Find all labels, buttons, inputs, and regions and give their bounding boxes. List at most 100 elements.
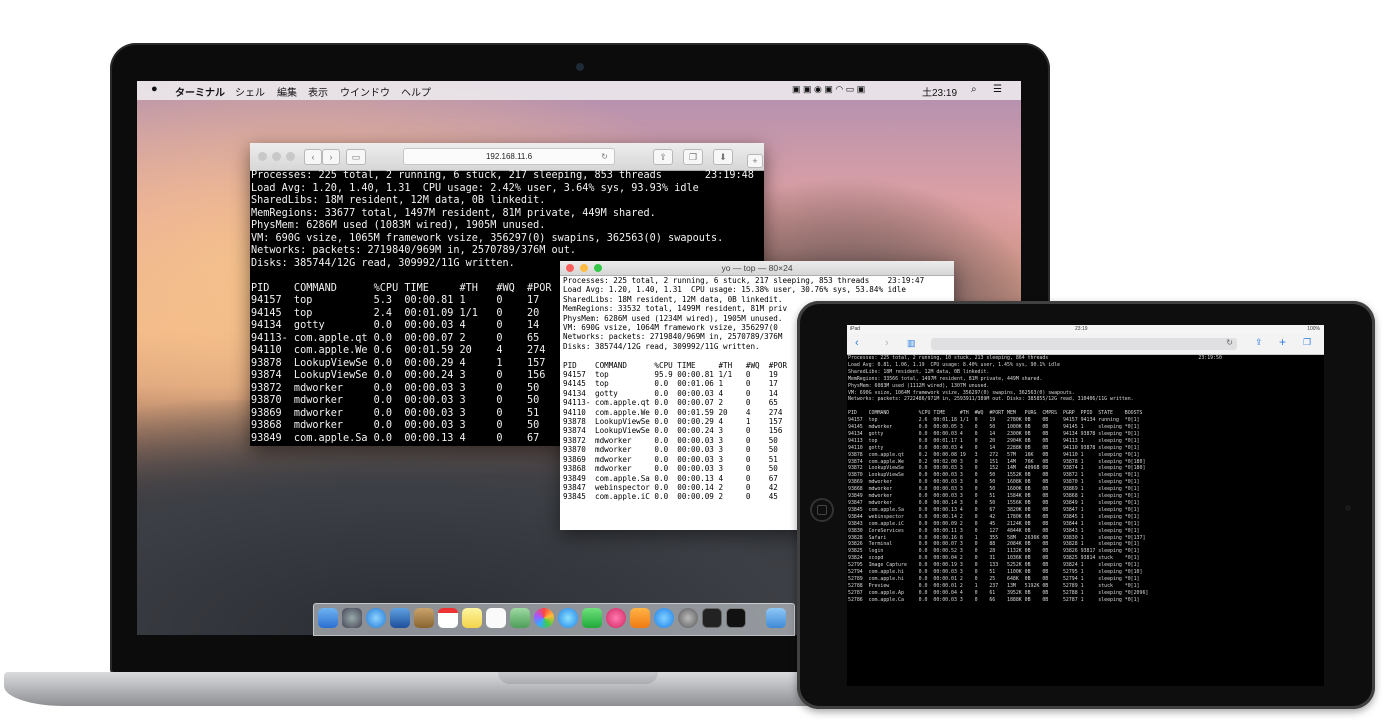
terminal-line: Networks: packets: 2722486/971M in, 2593… xyxy=(848,396,1134,403)
tabs-icon[interactable]: ❐ xyxy=(683,149,703,165)
minimize-icon[interactable] xyxy=(580,264,588,272)
terminal-line: 52795 Image Capture 0.0 00:00.19 3 0 133… xyxy=(848,562,1140,569)
terminal-line: PID COMMAND %CPU TIME #TH #WQ #PORT MEM … xyxy=(848,410,1143,417)
terminal-line: 93824 scopd 0.0 00:00.04 2 0 31 1036K 0B… xyxy=(848,555,1140,562)
app-store-icon[interactable] xyxy=(654,608,674,628)
terminal-line: VM: 690G vsize, 1064M framework vsize, 3… xyxy=(848,389,1075,396)
terminal-line: Processes: 225 total, 2 running, 6 stuck… xyxy=(251,170,754,181)
mail-icon[interactable] xyxy=(390,608,410,628)
reminders-icon[interactable] xyxy=(486,608,506,628)
contacts-icon[interactable] xyxy=(414,608,434,628)
terminal-line: 52786 com.apple.Ca 0.0 00:00.03 3 0 66 1… xyxy=(848,596,1140,603)
terminal-line: Load Avg: 1.20, 1.40, 1.31 CPU usage: 15… xyxy=(563,285,906,295)
download-icon[interactable]: ⬇ xyxy=(713,149,733,165)
terminal-line: 93868 mdworker 0.0 00:00.03 3 0 50 1600K… xyxy=(848,486,1140,493)
activity-monitor-icon[interactable] xyxy=(702,608,722,628)
macbook-camera xyxy=(576,63,584,71)
forward-icon[interactable]: › xyxy=(885,337,889,349)
safari-icon[interactable] xyxy=(366,608,386,628)
new-tab-icon[interactable]: + xyxy=(747,154,763,168)
system-preferences-icon[interactable] xyxy=(678,608,698,628)
ipad-camera xyxy=(1345,505,1351,511)
terminal-line: 93843 com.apple.iC 0.0 00:00.09 2 0 45 2… xyxy=(848,520,1140,527)
menu-window[interactable]: ウインドウ xyxy=(340,84,390,99)
ipad-address-bar[interactable]: ↻ xyxy=(931,338,1237,350)
safari-address-bar[interactable]: 192.168.11.6 ↻ xyxy=(403,148,615,165)
zoom-icon[interactable] xyxy=(594,264,602,272)
new-tab-icon[interactable]: + xyxy=(1279,335,1286,349)
ipad-status-bar: iPad 23:19 100% xyxy=(847,325,1324,334)
terminal-line: Processes: 225 total, 2 running, 6 stuck… xyxy=(563,276,925,285)
terminal-line: 93874 com.apple.We 0.2 00:02.00 3 0 151 … xyxy=(848,458,1146,465)
share-icon[interactable]: ⇪ xyxy=(653,149,673,165)
sidebar-icon[interactable]: ▭ xyxy=(346,149,366,165)
finder-icon[interactable] xyxy=(318,608,338,628)
ipad-carrier: iPad xyxy=(850,326,861,332)
apple-menu-icon[interactable]: ● xyxy=(151,83,158,95)
menu-app-name[interactable]: ターミナル xyxy=(175,84,225,99)
mac-dock xyxy=(313,603,795,636)
ipad-screen: iPad 23:19 100% ‹ › ▥ ↻ ⇪ + ❐ Processes:… xyxy=(847,325,1324,686)
launchpad-icon[interactable] xyxy=(342,608,362,628)
back-icon[interactable]: ‹ xyxy=(304,149,322,165)
close-icon[interactable] xyxy=(258,152,267,161)
messages-icon[interactable] xyxy=(558,608,578,628)
forward-icon[interactable]: › xyxy=(322,149,340,165)
terminal-line: MemRegions: 33566 total, 1497M resident,… xyxy=(848,375,1043,382)
terminal-line: 93826 Terminal 0.0 00:00.07 3 0 88 2084K… xyxy=(848,541,1140,548)
downloads-folder-icon[interactable] xyxy=(766,608,786,628)
terminal-line: 93869 mdworker 0.0 00:00.03 3 0 50 1608K… xyxy=(848,479,1140,486)
back-icon[interactable]: ‹ xyxy=(855,337,859,349)
terminal-line: PhysMem: 6286M used (1083M wired), 1905M… xyxy=(251,220,546,231)
terminal-line: PhysMem: 6083M used (1112M wired), 1307M… xyxy=(848,382,990,389)
close-icon[interactable] xyxy=(566,264,574,272)
bookmarks-icon[interactable]: ▥ xyxy=(907,338,916,349)
zoom-icon[interactable] xyxy=(286,152,295,161)
terminal-line: 52788 Preview 0.0 00:00.01 2 1 237 13M 5… xyxy=(848,582,1140,589)
itunes-icon[interactable] xyxy=(606,608,626,628)
terminal-line: 94157 top 2.6 00:01.18 1/1 0 19 2780K 0B… xyxy=(848,417,1140,424)
ipad-time: 23:19 xyxy=(1075,326,1088,332)
menu-clock[interactable]: 土23:19 xyxy=(922,84,957,99)
reload-icon[interactable]: ↻ xyxy=(601,149,608,164)
terminal-line: 52787 com.apple.Ap 0.0 00:00.04 4 0 61 3… xyxy=(848,589,1149,596)
menu-edit[interactable]: 編集 xyxy=(277,84,297,99)
ibooks-icon[interactable] xyxy=(630,608,650,628)
mac-menubar: ● ターミナル シェル 編集 表示 ウインドウ ヘルプ ▣ ▣ ◉ ▣ ◠ ▭ … xyxy=(137,81,1021,100)
facetime-icon[interactable] xyxy=(582,608,602,628)
terminal-line: 93870 LookupViewSe 0.0 00:00.03 3 0 50 1… xyxy=(848,472,1140,479)
photos-icon[interactable] xyxy=(534,608,554,628)
share-icon[interactable]: ⇪ xyxy=(1255,337,1263,348)
terminal-line: 94134 gotty 0.0 00:00.03 4 0 14 2300K 0B… xyxy=(848,430,1140,437)
menu-shell[interactable]: シェル xyxy=(235,84,265,99)
terminal-line: 94113 top 0.0 00:01.17 1 0 20 2904K 0B 0… xyxy=(848,437,1140,444)
terminal-line: 93828 Safari 0.0 00:00.16 8 1 355 58M 26… xyxy=(848,534,1146,541)
terminal-line: 94110 gotty 0.0 00:00.03 4 0 14 2288K 0B… xyxy=(848,444,1140,451)
ipad-battery: 100% xyxy=(1307,326,1320,332)
terminal-titlebar: yo — top — 80×24 xyxy=(560,261,954,276)
minimize-icon[interactable] xyxy=(272,152,281,161)
notification-center-icon[interactable]: ☰ xyxy=(993,84,1002,95)
maps-icon[interactable] xyxy=(510,608,530,628)
terminal-line: MemRegions: 33677 total, 1497M resident,… xyxy=(251,207,656,219)
terminal-line: 93845 com.apple.Sa 0.0 00:00.13 4 0 67 3… xyxy=(848,506,1140,513)
terminal-line: Load Avg: 1.20, 1.40, 1.31 CPU usage: 2.… xyxy=(251,182,699,194)
ipad-terminal-output[interactable]: Processes: 225 total, 2 running, 10 stuc… xyxy=(848,355,1324,686)
home-square-icon xyxy=(817,505,827,515)
terminal-line: 93844 webinspector 0.0 00:00.14 2 0 42 1… xyxy=(848,513,1140,520)
reload-icon[interactable]: ↻ xyxy=(1226,338,1233,347)
terminal-icon[interactable] xyxy=(726,608,746,628)
terminal-line: 93830 CoreServices 0.0 00:00.11 3 0 127 … xyxy=(848,527,1140,534)
terminal-title: yo — top — 80×24 xyxy=(721,263,793,273)
terminal-line: Networks: packets: 2719840/969M in, 2570… xyxy=(251,245,577,256)
macbook-base-notch xyxy=(498,672,658,684)
calendar-icon[interactable] xyxy=(438,608,458,628)
terminal-line: 94145 mdworker 0.0 00:00.05 3 0 50 1000K… xyxy=(848,424,1140,431)
notes-icon[interactable] xyxy=(462,608,482,628)
terminal-line: Load Avg: 0.81, 1.06, 1.19 CPU usage: 8.… xyxy=(848,361,1060,368)
tabs-icon[interactable]: ❐ xyxy=(1303,337,1311,348)
spotlight-icon[interactable]: ⌕ xyxy=(971,84,977,95)
menu-help[interactable]: ヘルプ xyxy=(401,84,431,99)
menu-view[interactable]: 表示 xyxy=(308,84,328,99)
status-icons[interactable]: ▣ ▣ ◉ ▣ ◠ ▭ ▣ xyxy=(792,84,865,95)
